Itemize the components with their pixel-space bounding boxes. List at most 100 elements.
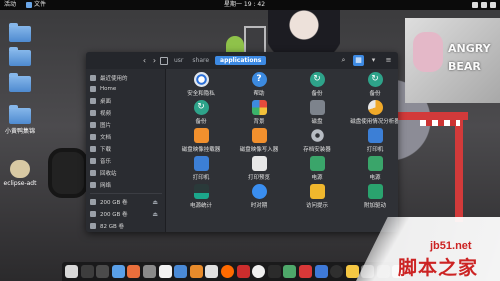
help-icon: ? xyxy=(251,72,267,87)
desktop-folder[interactable]: 小黄鸭集锦 xyxy=(2,105,38,135)
app-item[interactable]: 磁盘使用情况分析器 xyxy=(346,100,398,125)
app-label: 背景 xyxy=(253,119,265,125)
system-tray[interactable] xyxy=(472,0,496,10)
app-item[interactable]: 背景 xyxy=(230,100,288,125)
disk-image-mounter-icon xyxy=(193,128,209,143)
breadcrumb-applications[interactable]: applications xyxy=(215,56,267,65)
eject-icon[interactable]: ⏏ xyxy=(152,211,158,218)
sidebar-item-volume[interactable]: 82 GB 卷 xyxy=(90,221,164,231)
sidebar-item-volume[interactable]: 200 GB 卷 ⏏ xyxy=(90,197,164,207)
dock-app-icon[interactable] xyxy=(314,265,328,278)
desktop-folder[interactable] xyxy=(2,23,38,44)
header-bar: ‹ › usr share applications ⌕ ▦ ▾ ≡ xyxy=(86,52,398,69)
eject-icon[interactable]: ⏏ xyxy=(152,199,158,206)
app-item[interactable]: 附加驱动 xyxy=(346,184,398,209)
app-item[interactable]: ↻ 备份 xyxy=(172,100,230,125)
network-icon[interactable] xyxy=(472,2,478,8)
app-item[interactable]: 磁盘 xyxy=(288,100,346,125)
search-icon[interactable]: ⌕ xyxy=(338,55,349,66)
sidebar-item-trash[interactable]: 回收站 xyxy=(90,168,164,178)
header-tools: ⌕ ▦ ▾ ≡ xyxy=(338,55,394,66)
app-item[interactable]: 电源统计 xyxy=(172,184,230,209)
app-item[interactable]: 打印机 xyxy=(172,156,230,181)
sidebar-item-documents[interactable]: 文档 xyxy=(90,132,164,142)
dock-app-icon[interactable] xyxy=(174,265,188,278)
root-drive-icon[interactable] xyxy=(160,56,168,65)
view-options-icon[interactable]: ▾ xyxy=(368,55,379,66)
dock-app-icon[interactable] xyxy=(96,265,110,278)
home-icon xyxy=(90,86,96,92)
breadcrumb: usr share applications xyxy=(160,55,267,66)
backup-icon: ↻ xyxy=(309,72,325,87)
sidebar-item-pictures[interactable]: 图片 xyxy=(90,120,164,130)
app-item[interactable]: 电源 xyxy=(288,156,346,181)
sidebar-item-desktop[interactable]: 桌面 xyxy=(90,96,164,106)
video-icon xyxy=(90,110,96,116)
dock-app-icon[interactable] xyxy=(158,265,172,278)
dock-app-icon[interactable] xyxy=(345,265,359,278)
app-item[interactable]: ? 帮助 xyxy=(230,72,288,97)
sidebar-item-videos[interactable]: 视频 xyxy=(90,108,164,118)
app-item[interactable]: 时对期 xyxy=(230,184,288,209)
desktop-folder[interactable] xyxy=(2,73,38,94)
dock-app-icon[interactable] xyxy=(220,265,234,278)
clock[interactable]: 星期一 19 : 42 xyxy=(224,0,265,10)
dock-app-icon[interactable] xyxy=(236,265,250,278)
sidebar-item-music[interactable]: 音乐 xyxy=(90,156,164,166)
dock-app-icon[interactable] xyxy=(283,265,297,278)
desktop-launcher[interactable]: eclipse-adt xyxy=(2,160,38,187)
app-label: 安全和隐私 xyxy=(187,91,215,97)
app-item[interactable]: 安全和隐私 xyxy=(172,72,230,97)
sidebar-item-home[interactable]: Home xyxy=(90,84,164,94)
dock-app-icon[interactable] xyxy=(298,265,312,278)
back-button[interactable]: ‹ xyxy=(140,56,149,65)
sidebar-item-volume[interactable]: 200 GB 卷 ⏏ xyxy=(90,209,164,219)
forward-button[interactable]: › xyxy=(150,56,159,65)
breadcrumb-usr[interactable]: usr xyxy=(171,56,186,65)
sidebar-item-downloads[interactable]: 下载 xyxy=(90,144,164,154)
dock-app-icon[interactable] xyxy=(111,265,125,278)
app-label: 磁盘 xyxy=(311,119,323,125)
app-item[interactable]: 磁盘映像写入器 xyxy=(230,128,288,153)
watermark-name: 脚本之家 xyxy=(398,257,479,279)
app-item[interactable]: 打印预览 xyxy=(230,156,288,181)
activities-button[interactable]: 活动 xyxy=(4,0,16,10)
printer-icon xyxy=(367,128,383,143)
app-item[interactable]: ↻ 备份 xyxy=(288,72,346,97)
sidebar-divider xyxy=(90,193,162,194)
dock-app-icon[interactable] xyxy=(205,265,219,278)
dock-app-icon[interactable] xyxy=(142,265,156,278)
sidebar-item-label: 200 GB 卷 xyxy=(100,212,128,218)
sidebar-item-network[interactable]: 网络 xyxy=(90,180,164,190)
dock-app-icon[interactable] xyxy=(189,265,203,278)
app-item[interactable]: 磁盘映像挂载器 xyxy=(172,128,230,153)
dock-app-icon[interactable] xyxy=(252,265,266,278)
app-menu[interactable]: 文件 xyxy=(26,0,46,10)
grid-view-icon[interactable]: ▦ xyxy=(353,55,364,66)
dock-app-icon[interactable] xyxy=(330,265,344,278)
volume-icon[interactable] xyxy=(481,2,487,8)
app-label: 备份 xyxy=(369,91,381,97)
menu-icon[interactable]: ≡ xyxy=(383,55,394,66)
disk-icon xyxy=(309,100,325,115)
power-icon[interactable] xyxy=(490,2,496,8)
app-item[interactable]: 打印机 xyxy=(346,128,398,153)
app-item[interactable]: 电源 xyxy=(346,156,398,181)
watermark-site: jb51.net xyxy=(430,240,472,252)
app-item[interactable]: 存档安装器 xyxy=(288,128,346,153)
desktop-folder[interactable] xyxy=(2,47,38,68)
sidebar-item-recent[interactable]: 最近使用的 xyxy=(90,73,164,83)
app-item[interactable]: 访问提示 xyxy=(288,184,346,209)
dock-app-icon[interactable] xyxy=(267,265,281,278)
app-label: 打印预览 xyxy=(247,175,270,181)
recent-icon xyxy=(90,75,96,81)
dock-app-icon[interactable] xyxy=(65,265,78,278)
app-item[interactable]: ↻ 备份 xyxy=(346,72,398,97)
app-label: 附加驱动 xyxy=(363,203,386,209)
backup-icon: ↻ xyxy=(367,72,383,87)
dock-app-icon[interactable] xyxy=(80,265,94,278)
sidebar-item-label: 图片 xyxy=(100,123,112,129)
dock-app-icon[interactable] xyxy=(127,265,141,278)
breadcrumb-share[interactable]: share xyxy=(189,56,212,65)
picture-icon xyxy=(90,122,96,128)
